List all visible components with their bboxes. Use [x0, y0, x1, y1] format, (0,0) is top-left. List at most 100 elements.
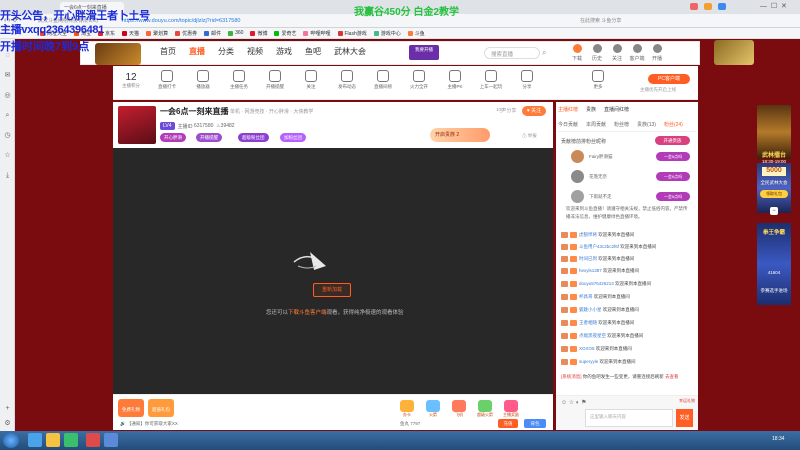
weibo-icon[interactable]: ◎: [3, 91, 12, 100]
tab-room-rank[interactable]: 直播间红榜: [604, 106, 629, 113]
gift-pack-button[interactable]: 超值礼包: [148, 399, 174, 417]
header-broadcast[interactable]: 开播: [647, 44, 667, 62]
tool-share[interactable]: 分享: [514, 70, 540, 90]
tab-week[interactable]: 本周贡献: [586, 121, 606, 128]
bookmark-item[interactable]: 360: [228, 30, 243, 36]
tab-fans[interactable]: 粉丝榜: [614, 121, 629, 128]
tool-checkin[interactable]: 直播打卡: [154, 70, 180, 90]
gift-item[interactable]: 火箭: [422, 400, 444, 418]
rank-row[interactable]: 花落无奈 一会6点吗: [561, 170, 691, 184]
taskbar-app-icon[interactable]: [64, 433, 78, 447]
browser-search-input[interactable]: 在此搜索 斗鱼分享: [580, 17, 650, 24]
download-client-link[interactable]: 下载斗鱼客户端: [288, 310, 327, 316]
tag-chip[interactable]: 开播提醒: [196, 133, 222, 142]
backpack-button[interactable]: 背包: [524, 419, 546, 428]
taskbar-app-icon[interactable]: [104, 433, 118, 447]
bookmark-item[interactable]: 游戏中心: [373, 30, 401, 37]
tool-tasks[interactable]: 主播任务: [226, 70, 252, 90]
nav-category[interactable]: 分类: [218, 46, 234, 57]
reload-button[interactable]: 重新加载: [313, 283, 351, 297]
douyu-logo[interactable]: [95, 43, 141, 65]
nav-wulin[interactable]: 武林大会: [334, 46, 366, 57]
bookmark-item[interactable]: 斗鱼: [407, 30, 425, 37]
tool-remind[interactable]: 开播提醒: [262, 70, 288, 90]
recharge-button[interactable]: 充值: [498, 419, 518, 428]
rank-row[interactable]: 下雨就不走 一会6点吗: [561, 190, 691, 204]
bookmark-item[interactable]: Flash游戏: [337, 30, 367, 37]
bookmark-item[interactable]: 优惠券: [175, 30, 197, 37]
tab-nobles[interactable]: 贵族(13): [637, 121, 656, 128]
rank-row[interactable]: Fairy胖滑猫 一会6点吗: [561, 150, 691, 164]
start-button-icon[interactable]: [3, 433, 19, 448]
tool-fire[interactable]: 火力全开: [406, 70, 432, 90]
history-icon[interactable]: ◷: [3, 131, 12, 140]
nav-fishbar[interactable]: 鱼吧: [305, 46, 321, 57]
star-icon[interactable]: ☆: [3, 151, 12, 160]
taskbar-app-icon[interactable]: [46, 433, 60, 447]
gift-item[interactable]: 主播奖励: [500, 400, 522, 418]
nav-video[interactable]: 视频: [247, 46, 263, 57]
noble-banner[interactable]: 开启贵族 2: [430, 128, 490, 142]
header-follow[interactable]: 关注: [607, 44, 627, 62]
header-download[interactable]: 下载: [567, 44, 587, 62]
search-icon[interactable]: ⌕: [3, 111, 12, 120]
extension-icon[interactable]: [690, 3, 698, 10]
emoji-icon[interactable]: ☺ ☆ ◐ ⚑: [561, 399, 587, 406]
anchor-level[interactable]: 12 主播积分: [120, 72, 142, 89]
tool-rank[interactable]: 直播间榜: [370, 70, 396, 90]
claim-gift-button[interactable]: 领取礼包: [760, 190, 788, 198]
tag-chip[interactable]: 开心胖滑: [160, 133, 186, 142]
tool-pk[interactable]: 主播PK: [442, 70, 468, 90]
tag-chip[interactable]: 加粉丝团: [280, 133, 306, 142]
bookmark-item[interactable]: 哔哩哔哩: [303, 30, 331, 37]
search-icon[interactable]: ⌕: [542, 48, 546, 58]
url-input[interactable]: https://www.douyu.com/topic/djlzlzj?rid=…: [122, 16, 352, 26]
nav-home[interactable]: 首页: [160, 46, 176, 57]
tab-today[interactable]: 今日贡献: [558, 121, 578, 128]
download-icon[interactable]: ⤓: [3, 171, 12, 180]
tool-post[interactable]: 发布动态: [334, 70, 360, 90]
extension-icon[interactable]: [718, 3, 726, 10]
free-gift-button[interactable]: 免费礼物: [118, 399, 144, 417]
settings-icon[interactable]: ⚙: [3, 419, 12, 428]
bookmark-item[interactable]: 微博: [250, 30, 267, 37]
tab-anchor-rank[interactable]: 主播红榜: [558, 106, 578, 113]
pc-client-button[interactable]: PC客户端: [648, 74, 690, 84]
tool-player[interactable]: 播放器: [190, 70, 216, 90]
sys-link[interactable]: 去查看: [665, 374, 679, 379]
start-live-button[interactable]: 我要开播: [409, 45, 439, 60]
tab-noble[interactable]: 贵族: [586, 106, 596, 113]
header-history[interactable]: 历史: [587, 44, 607, 62]
tool-carpool[interactable]: 上车一起玩: [478, 70, 504, 90]
bookmark-item[interactable]: 邮件: [204, 30, 221, 37]
anchor-avatar[interactable]: [118, 106, 156, 144]
gift-item[interactable]: 办卡: [396, 400, 418, 418]
chat-input[interactable]: 这里输入聊天内容: [585, 409, 673, 427]
nav-games[interactable]: 游戏: [276, 46, 292, 57]
follow-button[interactable]: ♥ 关注: [522, 106, 546, 116]
header-client[interactable]: 客户端: [627, 44, 647, 62]
send-button[interactable]: 发送: [676, 409, 693, 427]
gift-item[interactable]: 飞机: [448, 400, 470, 418]
tag-chip[interactable]: 超级粉丝团: [238, 133, 269, 142]
tool-follow[interactable]: 关注: [298, 70, 324, 90]
notice-line[interactable]: 🔊 【通知】你可获取大家XX: [120, 421, 178, 427]
tool-more[interactable]: 更多: [585, 70, 611, 90]
tab-fans-count[interactable]: 粉丝(24): [664, 121, 683, 128]
promo-banner[interactable]: [714, 40, 754, 65]
search-input[interactable]: 搜索直播: [484, 47, 540, 59]
lucky-gift-label[interactable]: 幸运礼物: [679, 398, 695, 404]
open-noble-button[interactable]: 开通贵族: [655, 136, 690, 145]
report-link[interactable]: ⚠ 举报: [522, 133, 537, 139]
gift-item[interactable]: 超级火箭: [474, 400, 496, 418]
nav-live[interactable]: 直播: [189, 46, 205, 57]
taskbar-app-icon[interactable]: [28, 433, 42, 447]
stream-category[interactable]: 单机 · 网游竞技 · 开心胖滑 · 大侠教学: [230, 108, 313, 115]
taskbar-app-icon[interactable]: [86, 433, 100, 447]
bookmark-item[interactable]: 天猫: [122, 30, 139, 37]
bookmark-item[interactable]: 爱奇艺: [274, 30, 296, 37]
extension-icon[interactable]: [704, 3, 712, 10]
collapse-icon[interactable]: −: [770, 207, 778, 215]
window-controls[interactable]: — ☐ ✕: [760, 2, 787, 10]
bookmark-item[interactable]: 聚划算: [146, 30, 168, 37]
